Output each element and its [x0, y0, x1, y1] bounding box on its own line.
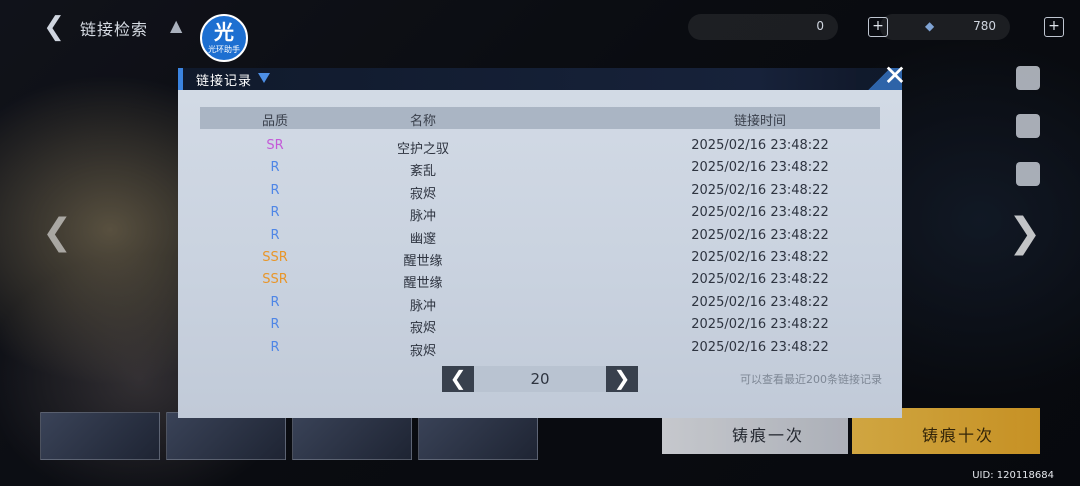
next-banner-arrow-icon[interactable]: ❯ [1008, 210, 1042, 256]
row-quality: R [270, 317, 280, 333]
badge-logo-text: 光 [214, 20, 234, 44]
pull-ten-label: 铸痕十次 [922, 426, 995, 445]
row-name: 空护之驭 [396, 142, 449, 157]
side-menu-icon-3[interactable] [1016, 162, 1040, 186]
row-time: 2025/02/16 23:48:22 [691, 250, 829, 265]
resource-1-value: 0 [816, 19, 824, 33]
banner-thumbnail[interactable] [292, 412, 412, 460]
row-quality: SR [266, 138, 284, 153]
pull-once-label: 铸痕一次 [732, 426, 805, 445]
row-name: 幽邃 [409, 231, 436, 247]
page-title: 链接检索 [80, 20, 149, 39]
table-header: 品质 名称 链接时间 [200, 107, 880, 129]
row-time: 2025/02/16 23:48:22 [691, 138, 829, 153]
row-time: 2025/02/16 23:48:22 [691, 272, 829, 288]
banner-thumbnail[interactable] [40, 412, 160, 460]
row-name: 紊乱 [409, 164, 436, 180]
table-row: R 脉冲 2025/02/16 23:48:22 [200, 291, 880, 314]
row-quality: R [270, 205, 280, 221]
hierarchy-icon[interactable]: ▲ [170, 16, 192, 38]
column-name: 名称 [409, 114, 436, 129]
row-time: 2025/02/16 23:48:22 [691, 339, 829, 355]
next-page-button[interactable]: ❯ [606, 366, 638, 392]
table-row: SR 空护之驭 2025/02/16 23:48:22 [200, 134, 880, 157]
row-time: 2025/02/16 23:48:22 [691, 317, 829, 333]
row-name: 脉冲 [409, 209, 436, 225]
side-menu-icon-2[interactable] [1016, 114, 1040, 138]
row-time: 2025/02/16 23:48:22 [691, 182, 829, 198]
row-name: 寂烬 [409, 186, 436, 202]
title-triangle-icon [258, 73, 270, 83]
row-time: 2025/02/16 23:48:22 [691, 205, 829, 221]
app-watermark-badge: 光 光环助手 [200, 14, 248, 62]
add-resource-2-icon[interactable]: + [1044, 17, 1064, 37]
table-row: R 幽邃 2025/02/16 23:48:22 [200, 224, 880, 247]
user-id: UID: 120118684 [972, 470, 1054, 481]
record-limit-hint: 可以查看最近200条链接记录 [740, 373, 882, 386]
row-quality: SSR [262, 272, 288, 288]
side-menu-icon-1[interactable] [1016, 66, 1040, 90]
close-icon[interactable]: ✕ [882, 62, 908, 90]
row-name: 寂烬 [409, 321, 436, 337]
row-time: 2025/02/16 23:48:22 [691, 227, 829, 243]
row-name: 醒世缘 [403, 254, 443, 269]
table-row: R 寂烬 2025/02/16 23:48:22 [200, 179, 880, 202]
crystal-icon: ◆ [925, 19, 935, 33]
row-time: 2025/02/16 23:48:22 [691, 294, 829, 310]
row-quality: R [270, 160, 280, 176]
row-quality: R [270, 227, 280, 243]
table-row: R 脉冲 2025/02/16 23:48:22 [200, 201, 880, 225]
row-quality: R [270, 294, 280, 310]
row-quality: R [270, 339, 280, 355]
link-record-dialog: 链接记录 品质 名称 链接时间 SR 空护之驭 2025/02/16 23:48:2… [178, 68, 902, 418]
dialog-title: 链接记录 [196, 74, 253, 89]
row-name: 醒世缘 [403, 276, 443, 292]
row-time: 2025/02/16 23:48:22 [691, 160, 829, 176]
dialog-header: 链接记录 [178, 68, 902, 90]
table-row: SSR 醒世缘 2025/02/16 23:48:22 [200, 246, 880, 269]
row-name: 寂烬 [409, 343, 436, 359]
back-arrow-icon[interactable]: ❮ [40, 13, 68, 41]
pagination: ❮ 20 ❯ [442, 366, 638, 392]
resource-counter-2: 780 [880, 14, 1010, 40]
page-indicator: 20 [474, 366, 606, 392]
previous-page-button[interactable]: ❮ [442, 366, 474, 392]
table-row: R 寂烬 2025/02/16 23:48:22 [200, 336, 880, 359]
column-time: 链接时间 [733, 114, 786, 129]
row-quality: R [270, 182, 280, 198]
badge-caption: 光环助手 [208, 45, 240, 54]
row-quality: SSR [262, 250, 288, 265]
top-bar: ❮ 链接检索 ▲ 光 光环助手 0 + 780 ◆ + [0, 0, 1080, 62]
table-row: R 寂烬 2025/02/16 23:48:22 [200, 313, 880, 337]
column-quality: 品质 [261, 114, 288, 129]
previous-banner-arrow-icon[interactable]: ❮ [42, 212, 72, 253]
row-name: 脉冲 [409, 298, 436, 314]
banner-thumbnail[interactable] [418, 412, 538, 460]
banner-thumbnails [40, 412, 560, 460]
table-row: SSR 醒世缘 2025/02/16 23:48:22 [200, 268, 880, 292]
banner-thumbnail[interactable] [166, 412, 286, 460]
resource-counter-1: 0 [688, 14, 838, 40]
resource-2-value: 780 [973, 19, 996, 33]
table-row: R 紊乱 2025/02/16 23:48:22 [200, 156, 880, 180]
